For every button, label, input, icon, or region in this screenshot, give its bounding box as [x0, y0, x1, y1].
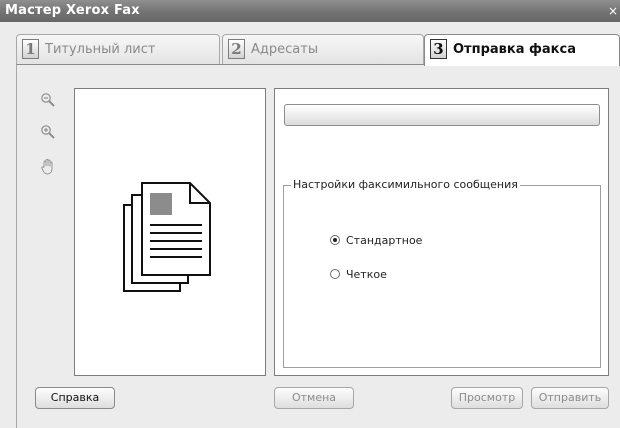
resolution-standard-radio[interactable]: Стандартное: [330, 234, 422, 250]
window-title: Мастер Xerox Fax: [5, 3, 140, 18]
tab-number-badge: 2: [228, 39, 245, 59]
zoom-in-icon[interactable]: [38, 124, 58, 144]
radio-label: Стандартное: [346, 234, 423, 247]
tab-label: Отправка факса: [453, 42, 576, 57]
zoom-out-icon-glyph: [41, 93, 55, 107]
cancel-button[interactable]: Отмена: [274, 387, 354, 409]
xerox-fax-wizard-window: Мастер Xerox Fax × 1 Титульный лист 2 Ад…: [0, 0, 620, 428]
preview-button[interactable]: Просмотр: [451, 387, 523, 409]
send-progress-bar: [284, 104, 600, 126]
zoom-in-icon-glyph: [41, 125, 55, 139]
tab-recipients[interactable]: 2 Адресаты: [222, 34, 424, 64]
pan-hand-icon[interactable]: [38, 158, 58, 178]
radio-indicator: [330, 235, 340, 245]
radio-indicator: [330, 269, 340, 279]
title-bar[interactable]: Мастер Xerox Fax ×: [0, 0, 620, 22]
tab-number-badge: 1: [22, 39, 39, 59]
resolution-fine-radio[interactable]: Четкое: [330, 268, 387, 284]
pan-hand-icon-glyph: [41, 159, 53, 175]
multi-page-document-icon: [123, 182, 211, 292]
tab-send-fax[interactable]: 3 Отправка факса: [424, 34, 620, 66]
page-preview-area: [74, 88, 266, 376]
radio-label: Четкое: [346, 268, 387, 281]
send-button[interactable]: Отправить: [531, 387, 609, 409]
fax-settings-group-label: Настройки факсимильного сообщения: [291, 178, 520, 191]
send-options-pane: Настройки факсимильного сообщения Станда…: [274, 88, 609, 376]
tab-cover-sheet[interactable]: 1 Титульный лист: [16, 34, 220, 64]
zoom-out-icon[interactable]: [38, 92, 58, 112]
tab-number-badge: 3: [430, 39, 447, 59]
help-button[interactable]: Справка: [35, 387, 115, 409]
tab-label: Титульный лист: [45, 42, 156, 57]
tab-label: Адресаты: [251, 42, 319, 57]
close-icon[interactable]: ×: [608, 4, 618, 18]
wizard-tabs: 1 Титульный лист 2 Адресаты 3 Отправка ф…: [16, 34, 620, 66]
fax-settings-group: Настройки факсимильного сообщения Станда…: [283, 178, 601, 368]
